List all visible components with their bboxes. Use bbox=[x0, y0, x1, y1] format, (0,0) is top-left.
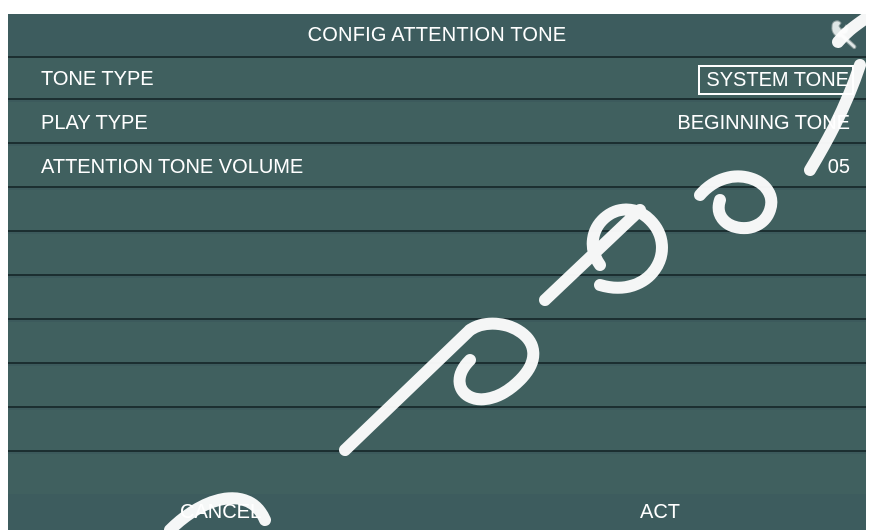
setting-label: TONE TYPE bbox=[41, 68, 154, 90]
empty-row bbox=[8, 366, 866, 408]
setting-value[interactable]: 05 bbox=[828, 146, 850, 188]
title-bar: CONFIG ATTENTION TONE bbox=[8, 14, 866, 58]
empty-row bbox=[8, 234, 866, 276]
empty-row bbox=[8, 322, 866, 364]
setting-value-selected[interactable]: SYSTEM TONE bbox=[698, 65, 854, 95]
empty-row bbox=[8, 190, 866, 232]
config-screen: CONFIG ATTENTION TONE TONE TYPE SYSTEM T… bbox=[8, 14, 866, 530]
empty-row bbox=[8, 454, 866, 496]
setting-label: ATTENTION TONE VOLUME bbox=[41, 156, 304, 178]
cancel-button[interactable]: CANCEL bbox=[180, 494, 261, 530]
empty-row bbox=[8, 278, 866, 320]
setting-value[interactable]: BEGINNING TONE bbox=[677, 102, 850, 144]
setting-row-play-type[interactable]: PLAY TYPE BEGINNING TONE bbox=[8, 102, 866, 144]
setting-row-attention-tone-volume[interactable]: ATTENTION TONE VOLUME 05 bbox=[8, 146, 866, 188]
empty-row bbox=[8, 410, 866, 452]
setting-row-tone-type[interactable]: TONE TYPE SYSTEM TONE bbox=[8, 58, 866, 100]
wrench-icon[interactable] bbox=[826, 18, 860, 52]
footer-bar: CANCEL ACT bbox=[8, 494, 866, 530]
page-title: CONFIG ATTENTION TONE bbox=[307, 24, 567, 46]
act-button[interactable]: ACT bbox=[640, 494, 680, 530]
setting-label: PLAY TYPE bbox=[41, 112, 148, 134]
